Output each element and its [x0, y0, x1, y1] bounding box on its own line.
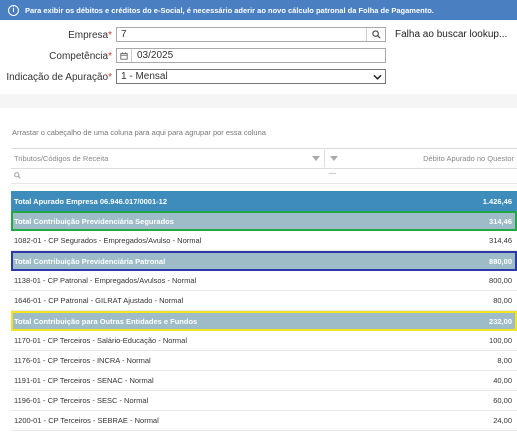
filter-row: — — [11, 169, 517, 184]
row-value: 8,00 — [497, 356, 512, 365]
apuracao-label: Indicação de Apuração* — [0, 72, 112, 83]
toolbar-strip — [0, 94, 517, 108]
row-label: Total Contribuição Previdenciária Patron… — [14, 256, 166, 266]
required-mark: * — [108, 51, 112, 62]
row-label: 1176-01 - CP Terceiros - INCRA - Normal — [14, 356, 151, 365]
row-label: 1191-01 - CP Terceiros - SENAC - Normal — [14, 376, 154, 385]
table-row[interactable]: 1191-01 - CP Terceiros - SENAC - Normal … — [11, 371, 517, 391]
subtotal-row[interactable]: Total Contribuição Previdenciária Patron… — [11, 251, 517, 271]
calendar-icon[interactable] — [117, 49, 132, 62]
chevron-down-icon[interactable] — [369, 74, 385, 80]
row-label: 1196-01 - CP Terceiros - SESC - Normal — [14, 396, 149, 405]
competencia-value: 03/2025 — [137, 50, 174, 61]
row-value: 100,00 — [489, 336, 512, 345]
subtotal-row[interactable]: Total Contribuição para Outras Entidades… — [11, 311, 517, 331]
lookup-error-message: Falha ao buscar lookup... — [395, 29, 508, 40]
row-value: 40,00 — [493, 376, 512, 385]
row-label: 1138-01 - CP Patronal - Empregados/Avuls… — [14, 276, 197, 285]
apuracao-select[interactable]: 1 - Mensal — [116, 69, 386, 84]
apuracao-value: 1 - Mensal — [121, 71, 168, 82]
required-mark: * — [108, 30, 112, 41]
row-label: 1200-01 - CP Terceiros - SEBRAE - Normal — [14, 416, 159, 425]
row-label: 1170-01 - CP Terceiros - Salário-Educaçã… — [14, 336, 187, 345]
column-divider[interactable] — [324, 150, 325, 167]
table-row[interactable]: 1646-01 - CP Patronal - GILRAT Ajustado … — [11, 291, 517, 311]
row-label: 1646-01 - CP Patronal - GILRAT Ajustado … — [14, 296, 184, 305]
search-icon[interactable] — [14, 172, 21, 181]
empresa-input[interactable]: 7 — [116, 27, 386, 42]
col-header-tributos[interactable]: Tributos/Códigos de Receita — [14, 154, 108, 163]
row-value: 800,00 — [489, 276, 512, 285]
row-value: 314,46 — [489, 216, 512, 226]
total-row[interactable]: Total Apurado Empresa 06.946.017/0001-12… — [11, 191, 517, 211]
row-value: 880,00 — [489, 256, 512, 266]
row-value: 60,00 — [493, 396, 512, 405]
filter-icon[interactable] — [312, 156, 320, 161]
row-label: Total Apurado Empresa 06.946.017/0001-12 — [14, 196, 167, 206]
table-row[interactable]: 1170-01 - CP Terceiros - Salário-Educaçã… — [11, 331, 517, 351]
empresa-label: Empresa* — [0, 30, 112, 41]
table-row[interactable]: 1138-01 - CP Patronal - Empregados/Avuls… — [11, 271, 517, 291]
subtotal-row[interactable]: Total Contribuição Previdenciária Segura… — [11, 211, 517, 231]
row-value: 314,46 — [489, 236, 512, 245]
competencia-label-text: Competência — [49, 51, 109, 62]
row-label: Total Contribuição para Outras Entidades… — [14, 316, 198, 326]
info-banner-text: Para exibir os débitos e créditos do e-S… — [25, 5, 434, 15]
filter-operator[interactable]: — — [329, 170, 336, 177]
info-banner: i Para exibir os débitos e créditos do e… — [0, 0, 517, 20]
search-icon[interactable] — [366, 28, 385, 41]
col-header-debito[interactable]: Débito Apurado no Questor — [423, 154, 514, 163]
row-label: 1082-01 - CP Segurados - Empregados/Avul… — [14, 236, 202, 245]
data-grid: Tributos/Códigos de Receita Débito Apura… — [11, 148, 517, 431]
table-row[interactable]: 1200-01 - CP Terceiros - SEBRAE - Normal… — [11, 411, 517, 431]
table-row[interactable]: 1176-01 - CP Terceiros - INCRA - Normal … — [11, 351, 517, 371]
required-mark: * — [108, 72, 112, 83]
empresa-label-text: Empresa — [68, 30, 109, 41]
group-panel-hint[interactable]: Arrastar o cabeçalho de uma coluna para … — [12, 128, 266, 137]
competencia-input[interactable]: 03/2025 — [116, 48, 386, 63]
row-value: 232,00 — [489, 316, 512, 326]
filter-icon[interactable] — [330, 156, 338, 161]
row-label: Total Contribuição Previdenciária Segura… — [14, 216, 174, 226]
competencia-label: Competência* — [0, 51, 112, 62]
apuracao-label-text: Indicação de Apuração — [6, 72, 109, 83]
row-value: 24,00 — [493, 416, 512, 425]
empresa-value: 7 — [121, 29, 127, 40]
grid-header: Tributos/Códigos de Receita Débito Apura… — [11, 148, 517, 169]
row-value: 80,00 — [493, 296, 512, 305]
table-row[interactable]: 1082-01 - CP Segurados - Empregados/Avul… — [11, 231, 517, 251]
info-icon: i — [8, 4, 19, 16]
row-value: 1.426,46 — [482, 196, 512, 206]
table-row[interactable]: 1196-01 - CP Terceiros - SESC - Normal 6… — [11, 391, 517, 411]
